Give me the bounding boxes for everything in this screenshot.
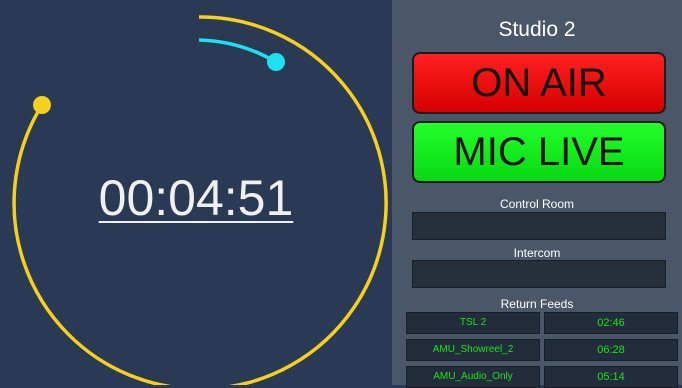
mic-live-indicator[interactable]: MIC LIVE: [412, 121, 666, 183]
studio-title: Studio 2: [498, 18, 576, 41]
elapsed-timer: 00:04:51: [0, 168, 392, 228]
progress-marker: [267, 53, 285, 71]
feed-name[interactable]: TSL 2: [406, 312, 540, 334]
feed-name[interactable]: AMU_Showreel_2: [406, 339, 540, 361]
timer-text: 00:04:51: [98, 170, 294, 226]
status-panel: Studio 2 ON AIR MIC LIVE Control Room In…: [392, 0, 682, 388]
feed-time: 06:28: [544, 339, 678, 361]
clock-ring-marker: [33, 96, 51, 114]
clock-panel: 00:04:51: [0, 0, 392, 385]
return-feeds-label: Return Feeds: [500, 297, 574, 311]
feed-time: 02:46: [544, 312, 678, 334]
control-room-label: Control Room: [499, 197, 575, 211]
control-room-field[interactable]: [412, 212, 666, 240]
intercom-field[interactable]: [412, 260, 666, 288]
on-air-indicator[interactable]: ON AIR: [412, 52, 666, 114]
studio-monitor-app: 00:04:51 Studio 2 ON AIR MIC LIVE Contro…: [0, 0, 682, 388]
progress-arc: [198, 38, 277, 64]
intercom-label: Intercom: [513, 246, 561, 260]
